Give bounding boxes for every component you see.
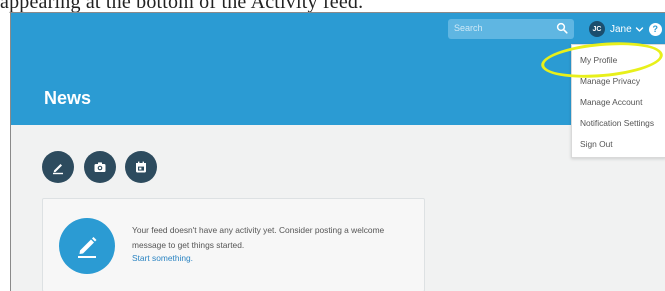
- search-icon[interactable]: [556, 22, 568, 34]
- empty-feed-card: Your feed doesn't have any activity yet.…: [42, 198, 425, 291]
- write-post-button[interactable]: [42, 151, 74, 183]
- help-label: ?: [652, 24, 658, 34]
- calendar-icon: [136, 161, 146, 173]
- start-something-link[interactable]: Start something.: [132, 253, 193, 263]
- menu-item-notification-settings[interactable]: Notification Settings: [580, 118, 654, 128]
- menu-item-sign-out[interactable]: Sign Out: [580, 139, 613, 149]
- menu-item-manage-account[interactable]: Manage Account: [580, 97, 642, 107]
- compose-icon: [59, 218, 115, 274]
- app-window: Search JC Jane ? News Your feed doesn't …: [10, 12, 665, 291]
- avatar[interactable]: JC: [589, 21, 605, 37]
- camera-icon: [94, 162, 106, 172]
- main-content: Your feed doesn't have any activity yet.…: [11, 125, 665, 291]
- avatar-initials: JC: [592, 25, 602, 33]
- add-event-button[interactable]: [125, 151, 157, 183]
- help-icon[interactable]: ?: [648, 22, 662, 36]
- page-title: News: [44, 88, 92, 108]
- search-input[interactable]: Search: [448, 19, 574, 39]
- chevron-down-icon[interactable]: [635, 25, 644, 34]
- pencil-icon: [53, 164, 63, 175]
- search-placeholder: Search: [454, 23, 483, 33]
- empty-feed-message: Your feed doesn't have any activity yet.…: [132, 225, 385, 250]
- user-menu-toggle[interactable]: JC Jane ?: [589, 20, 662, 38]
- add-photo-button[interactable]: [84, 151, 116, 183]
- user-name[interactable]: Jane: [610, 24, 632, 35]
